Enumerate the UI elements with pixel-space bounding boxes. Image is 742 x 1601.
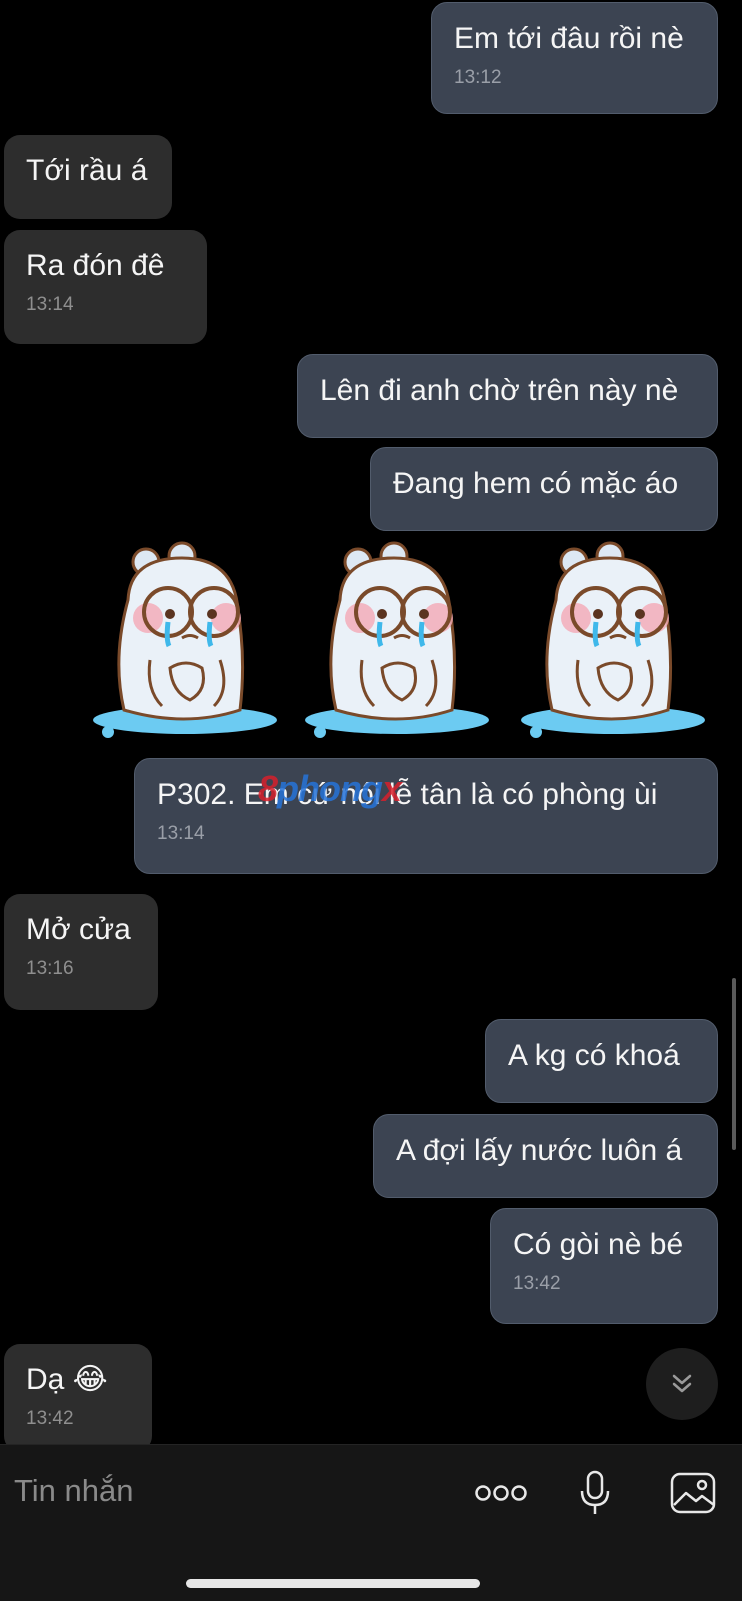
message-received[interactable]: Tới rầu á	[4, 135, 172, 219]
message-text: Ra đón đê	[26, 249, 165, 282]
image-button[interactable]	[668, 1465, 718, 1521]
message-text: Tới rầu á	[26, 154, 148, 187]
message-text: Lên đi anh chờ trên này nè	[320, 374, 679, 407]
message-composer: Tin nhắn	[0, 1444, 742, 1601]
message-received[interactable]: Dạ 😂 13:42	[4, 1344, 152, 1452]
home-indicator	[186, 1579, 480, 1588]
message-time: 13:14	[157, 823, 205, 844]
scroll-to-bottom-button[interactable]	[646, 1348, 718, 1420]
message-sent[interactable]: Đang hem có mặc áo	[370, 447, 718, 531]
message-sent[interactable]: Em tới đâu rồi nè 13:12	[431, 2, 718, 114]
message-sent[interactable]: A đợi lấy nước luôn á	[373, 1114, 718, 1198]
voice-button[interactable]	[574, 1465, 616, 1521]
message-sent[interactable]: Có gòi nè bé 13:42	[490, 1208, 718, 1324]
message-sent[interactable]: P302. Em cứ nói lễ tân là có phòng ùi 13…	[134, 758, 718, 874]
message-text: Có gòi nè bé	[513, 1228, 684, 1261]
message-sent[interactable]: Lên đi anh chờ trên này nè	[297, 354, 718, 438]
double-chevron-down-icon	[672, 1374, 692, 1393]
message-received[interactable]: Ra đón đê 13:14	[4, 230, 207, 344]
message-text: Em tới đâu rồi nè	[454, 22, 684, 55]
image-icon	[670, 1472, 716, 1514]
message-time: 13:42	[26, 1408, 74, 1429]
crying-bear-sticker[interactable]	[90, 540, 280, 750]
more-button[interactable]	[472, 1465, 530, 1521]
message-text: Đang hem có mặc áo	[393, 467, 679, 500]
crying-bear-sticker[interactable]	[302, 540, 492, 750]
message-received[interactable]: Mở cửa 13:16	[4, 894, 158, 1010]
message-text: P302. Em cứ nói lễ tân là có phòng ùi	[157, 778, 658, 811]
message-time: 13:16	[26, 958, 74, 979]
crying-bear-sticker[interactable]	[518, 540, 708, 750]
scrollbar-thumb[interactable]	[732, 978, 736, 1150]
message-text: A đợi lấy nước luôn á	[396, 1134, 683, 1167]
more-dots-icon	[475, 1485, 527, 1501]
message-time: 13:14	[26, 294, 74, 315]
message-text: Mở cửa	[26, 913, 131, 946]
message-time: 13:12	[454, 67, 502, 88]
message-sent[interactable]: A kg có khoá	[485, 1019, 718, 1103]
message-time: 13:42	[513, 1273, 561, 1294]
microphone-icon	[580, 1470, 610, 1514]
sticker-group[interactable]	[90, 540, 710, 750]
message-text: Dạ 😂	[26, 1363, 108, 1396]
message-input[interactable]: Tin nhắn	[14, 1471, 134, 1511]
message-text: A kg có khoá	[508, 1039, 680, 1072]
